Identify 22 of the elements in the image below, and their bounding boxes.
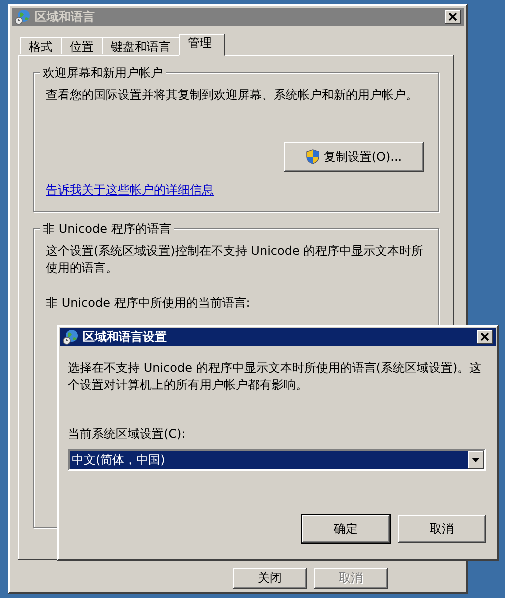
details-link[interactable]: 告诉我关于这些帐户的详细信息 xyxy=(46,182,214,199)
current-language-label: 非 Unicode 程序中所使用的当前语言: xyxy=(46,295,252,312)
shield-icon xyxy=(306,149,320,165)
description-text: 这个设置(系统区域设置)控制在不支持 Unicode 的程序中显示文本时所使用的语言。 xyxy=(46,243,425,277)
locale-dropdown[interactable]: 中文(简体，中国) xyxy=(68,449,486,471)
dialog-button[interactable]: 确定 xyxy=(302,515,390,543)
globe-clock-icon xyxy=(63,329,79,345)
field-label: 当前系统区域设置(C): xyxy=(68,426,187,443)
tab[interactable]: 管理 xyxy=(179,34,225,56)
description-text: 选择在不支持 Unicode 的程序中显示文本时所使用的语言(系统区域设置)。这个设置对计算机上的所有用户帐户都有影响。 xyxy=(68,360,483,394)
window-title: 区域和语言设置 xyxy=(83,328,168,346)
tab[interactable]: 键盘和语言 xyxy=(102,37,180,55)
description-text: 查看您的国际设置并将其复制到欢迎屏幕、系统帐户和新的用户帐户。 xyxy=(46,87,419,104)
tab[interactable]: 格式 xyxy=(20,37,62,55)
window-title: 区域和语言 xyxy=(35,8,96,26)
footer-button[interactable]: 关闭 xyxy=(233,568,307,589)
dialog-button[interactable]: 取消 xyxy=(398,515,486,543)
tab[interactable]: 位置 xyxy=(61,37,103,55)
globe-clock-icon xyxy=(15,9,31,25)
group-title: 欢迎屏幕和新用户帐户 xyxy=(40,65,166,82)
close-button[interactable] xyxy=(477,330,493,344)
copy-settings-button[interactable]: 复制设置(O)... xyxy=(284,142,424,172)
